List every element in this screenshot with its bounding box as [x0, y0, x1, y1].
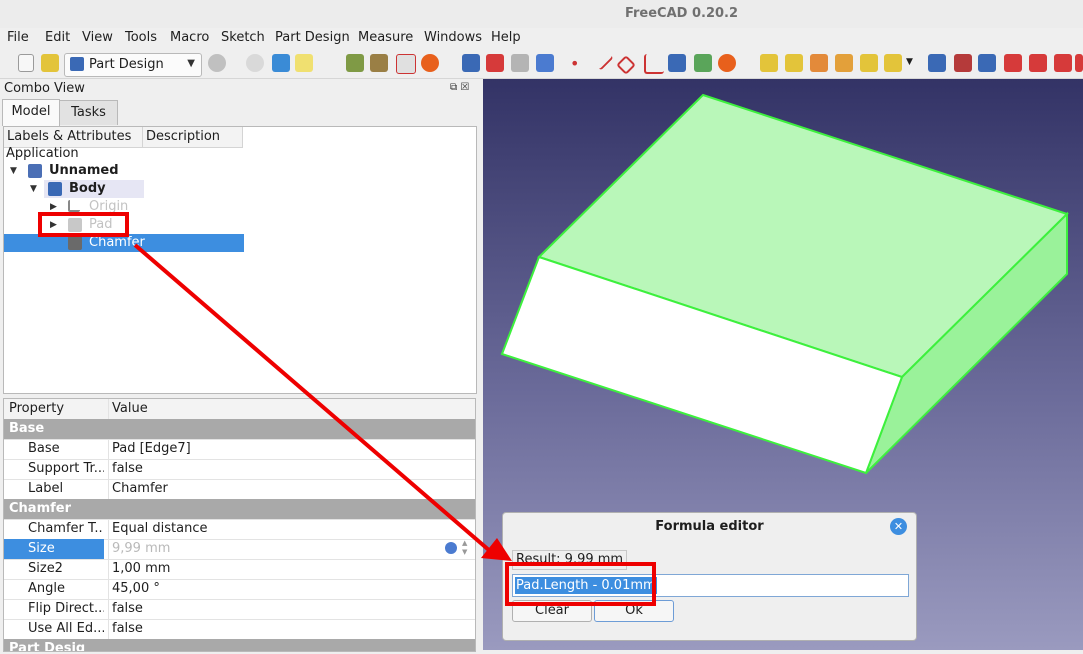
annotation-arrow-layer: [133, 243, 512, 561]
annotation-arrow: [133, 243, 492, 553]
